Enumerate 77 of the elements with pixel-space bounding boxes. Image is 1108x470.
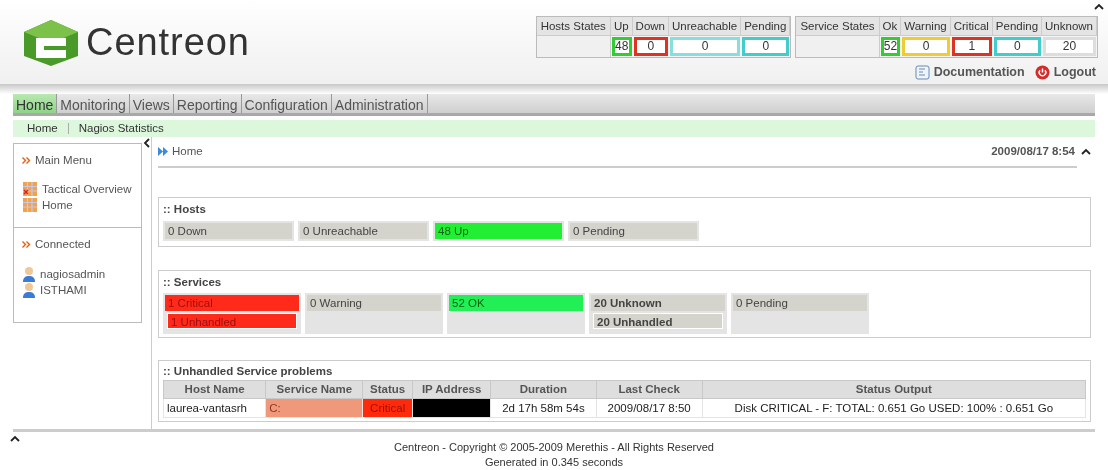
footer-text: Centreon - Copyright © 2005-2009 Merethis - All Rights Reserved xyxy=(394,440,714,455)
footer-text: Generated in 0.345 seconds xyxy=(484,455,624,470)
document-icon xyxy=(914,64,930,80)
collapse-header-icon[interactable] xyxy=(1094,2,1104,12)
sidebar-item[interactable]: ISTHAMI xyxy=(22,281,133,298)
column-header: Ok xyxy=(879,17,902,36)
collapse-sidebar-icon[interactable] xyxy=(142,138,152,148)
double-chevron-icon xyxy=(22,157,31,165)
column-header: Down xyxy=(632,17,669,36)
states-title: Service States xyxy=(796,17,880,36)
date-time: 2009/08/17 8:54 xyxy=(991,144,1075,159)
status-bar: 52 OK xyxy=(449,294,583,311)
section-title: :: Unhandled Service problems xyxy=(163,363,334,379)
status-bar: 0 Down xyxy=(165,222,292,239)
column-header: IP Address xyxy=(412,380,491,399)
menu-tab[interactable]: Home xyxy=(13,94,58,113)
sidebar-item[interactable]: Home xyxy=(22,197,133,214)
column-header: Up xyxy=(610,17,633,36)
status-bar: 1 Critical xyxy=(165,294,299,311)
sidebar-item[interactable]: Tactical Overview xyxy=(22,181,133,198)
column-header: Last Check xyxy=(596,380,703,399)
menu-tab[interactable]: Administration xyxy=(331,94,428,113)
table-cell: laurea-vantasrh xyxy=(163,398,266,418)
table-icon xyxy=(22,197,38,214)
status-bar: 0 Warning xyxy=(307,294,441,311)
state-count: 0 xyxy=(670,37,741,56)
logo-text: Centreon xyxy=(86,20,250,65)
state-count: 20 xyxy=(1043,37,1096,56)
state-count: 1 xyxy=(951,37,992,56)
section-title: :: Services xyxy=(163,274,223,290)
submenu-link[interactable]: Nagios Statistics xyxy=(78,119,164,138)
sidebar-heading: Main Menu xyxy=(35,153,92,168)
collapse-footer-icon[interactable] xyxy=(10,434,20,444)
state-count: 0 xyxy=(902,37,950,56)
state-count: 0 xyxy=(742,37,790,56)
column-header: Duration xyxy=(490,380,597,399)
column-header: Pending xyxy=(741,17,791,36)
sidebar-heading: Connected xyxy=(35,237,91,253)
menu-tab[interactable]: Monitoring xyxy=(57,94,130,113)
menu-tab[interactable]: Reporting xyxy=(173,94,242,113)
states-title: Hosts States xyxy=(536,17,611,36)
status-bar: 0 Pending xyxy=(733,294,867,311)
status-bar: 0 Pending xyxy=(570,222,697,239)
double-arrow-icon xyxy=(158,147,169,157)
column-header: Critical xyxy=(950,17,993,36)
unhandled-count: 1 Unhandled xyxy=(167,312,297,329)
power-icon xyxy=(1034,64,1050,80)
column-header: Service Name xyxy=(265,380,363,399)
sidebar-item[interactable]: nagiosadmin xyxy=(22,265,133,282)
unhandled-count: 20 Unhandled xyxy=(593,312,723,329)
breadcrumb: Home xyxy=(172,144,203,159)
logout-link[interactable]: Logout xyxy=(1034,63,1096,82)
column-header: Status xyxy=(362,380,413,399)
menu-tab[interactable]: Views xyxy=(129,94,174,113)
column-header: Host Name xyxy=(163,380,266,399)
user-icon xyxy=(22,281,36,298)
status-bar: 0 Unreachable xyxy=(300,222,427,239)
column-header: Warning xyxy=(901,17,951,36)
documentation-link[interactable]: Documentation xyxy=(914,63,1025,82)
status-bar: 20 Unknown xyxy=(591,294,725,311)
state-count: 48 xyxy=(611,37,632,56)
state-count: 0 xyxy=(633,37,668,56)
double-chevron-icon xyxy=(22,241,31,249)
submenu-link[interactable]: Home xyxy=(27,119,58,138)
table-error-icon xyxy=(22,181,38,198)
state-count: 52 xyxy=(880,37,901,56)
state-count: 0 xyxy=(993,37,1042,56)
collapse-icon[interactable] xyxy=(1081,146,1091,157)
status-bar: 48 Up xyxy=(435,222,562,239)
section-title: :: Hosts xyxy=(163,202,207,218)
column-header: Status Output xyxy=(702,380,1086,399)
column-header: Unreachable xyxy=(669,17,742,36)
menu-tab[interactable]: Configuration xyxy=(241,94,332,113)
column-header: Unknown xyxy=(1042,17,1097,36)
logo-icon xyxy=(22,17,80,68)
column-header: Pending xyxy=(992,17,1043,36)
user-icon xyxy=(22,265,36,282)
